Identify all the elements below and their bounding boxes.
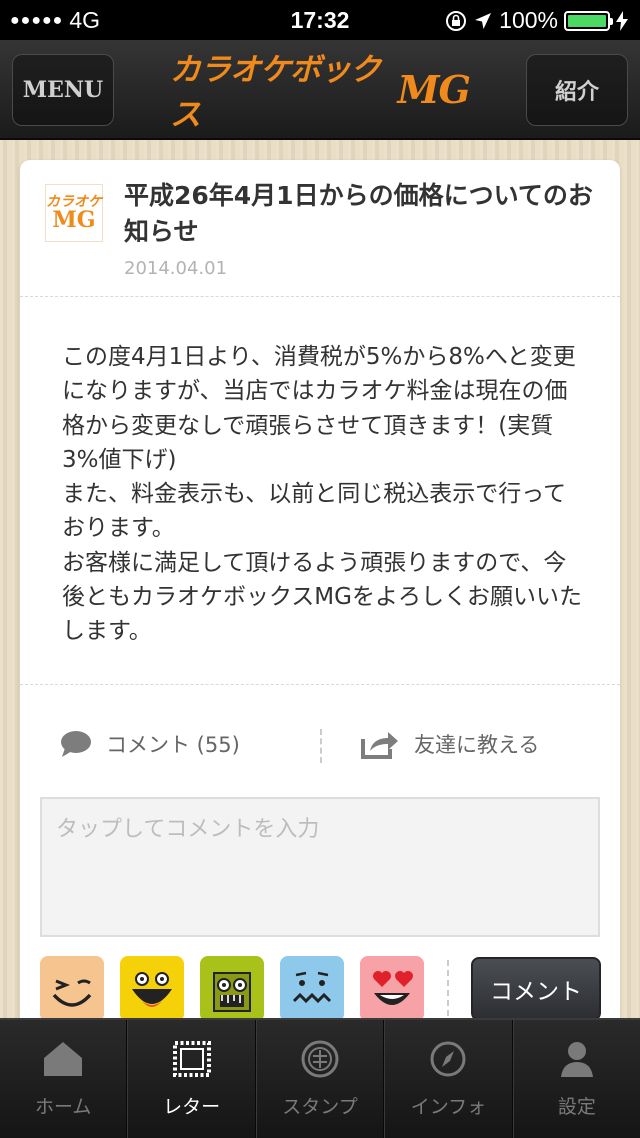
letter-icon (172, 1041, 211, 1077)
tab-bar: ホーム レター スタンプ インフォ 設定 (0, 1018, 640, 1138)
comment-input-box (40, 797, 600, 937)
tab-letter[interactable]: レター (127, 1020, 256, 1138)
comment-count-button[interactable]: コメント (55) (60, 729, 240, 759)
tab-home[interactable]: ホーム (0, 1020, 128, 1138)
action-divider (320, 729, 322, 763)
post-title: 平成26年4月1日からの価格についてのお知らせ (124, 181, 593, 246)
tab-label: ホーム (34, 1096, 92, 1118)
intro-button[interactable]: 紹介 (526, 54, 628, 126)
logo-mg: MG (397, 66, 471, 112)
stamp-divider (447, 960, 449, 1016)
thumb-mg: MG (52, 207, 96, 233)
share-icon (361, 732, 398, 759)
home-icon (44, 1042, 83, 1076)
speech-bubble-icon (61, 731, 91, 757)
stamp-laugh[interactable] (120, 956, 184, 1022)
app-header: MENU カラオケボックス MG 紹介 (0, 40, 640, 140)
post-date: 2014.04.01 (124, 258, 228, 279)
share-label: 友達に教える (414, 733, 540, 757)
status-right: 100% (445, 7, 628, 34)
stamp-heart-eyes[interactable] (360, 956, 424, 1022)
wink-face-icon (52, 979, 92, 1007)
tab-settings[interactable]: 設定 (512, 1020, 640, 1138)
battery-percent: 100% (499, 7, 558, 33)
submit-comment-button[interactable]: コメント (471, 957, 601, 1021)
stamp-icon (301, 1040, 339, 1078)
post-card: カラオケ MG 平成26年4月1日からの価格についてのお知らせ 2014.04.… (20, 160, 620, 1060)
laughing-face-icon (132, 972, 172, 1007)
post-body: この度4月1日より、消費税が5%から8%へと変更になりますが、当店ではカラオケ料… (62, 344, 582, 645)
stamp-wink[interactable] (40, 956, 104, 1022)
rotation-lock-icon (446, 10, 467, 31)
share-button[interactable]: 友達に教える (360, 729, 539, 759)
battery-icon (564, 10, 613, 31)
compass-icon (430, 1041, 466, 1077)
post-thumbnail: カラオケ MG (45, 184, 103, 242)
tab-stamp[interactable]: スタンプ (255, 1020, 385, 1138)
zombie-face-icon (213, 972, 251, 1012)
tab-label: レター (163, 1096, 221, 1118)
status-bar: ●●●●● 4G 17:32 100% (0, 0, 640, 40)
user-icon (560, 1042, 593, 1077)
menu-button[interactable]: MENU (12, 54, 114, 126)
worried-face-icon (292, 971, 332, 1004)
divider (20, 296, 620, 297)
comment-input[interactable] (54, 809, 590, 929)
tab-label: インフォ (410, 1096, 487, 1118)
tab-info[interactable]: インフォ (384, 1020, 513, 1138)
app-logo[interactable]: カラオケボックス MG (170, 52, 471, 133)
tab-label: 設定 (557, 1096, 596, 1118)
location-arrow-icon (475, 12, 492, 29)
stamp-zombie[interactable] (200, 956, 264, 1022)
tab-label: スタンプ (282, 1096, 358, 1118)
logo-text: カラオケボックス (170, 52, 381, 133)
divider (20, 684, 620, 685)
charging-bolt-icon (616, 10, 628, 31)
heart-eyes-face-icon (373, 971, 413, 1005)
stamp-worried[interactable] (280, 956, 344, 1022)
post-actions: コメント (55) 友達に教える (20, 725, 620, 770)
comment-count-label: コメント (55) (106, 733, 240, 757)
